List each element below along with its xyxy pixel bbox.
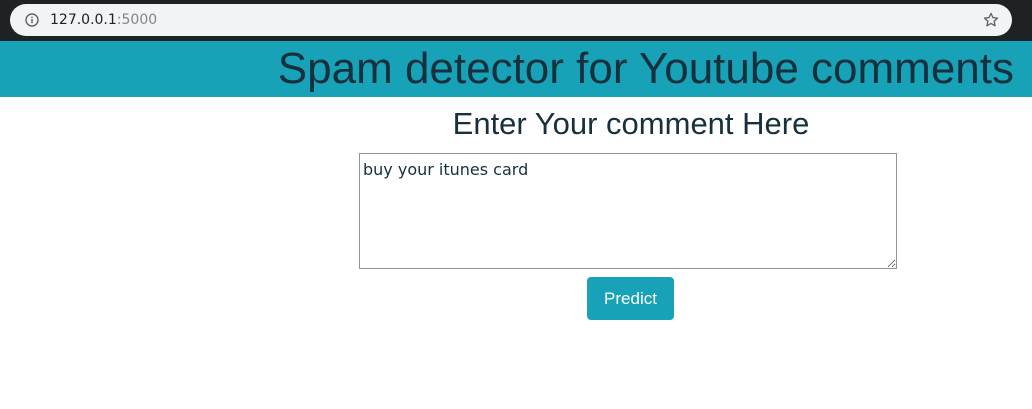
star-icon[interactable]	[982, 11, 1000, 29]
comment-input[interactable]: buy your itunes card	[359, 153, 897, 269]
header-banner: Spam detector for Youtube comments	[0, 41, 1032, 97]
browser-toolbar: 127.0.0.1:5000	[0, 0, 1032, 41]
url-host: 127.0.0.1	[50, 12, 117, 28]
address-bar[interactable]: 127.0.0.1:5000	[10, 4, 1012, 36]
info-icon[interactable]	[25, 13, 39, 27]
url-port: :5000	[116, 12, 158, 28]
predict-button[interactable]: Predict	[587, 277, 674, 320]
page-title: Spam detector for Youtube comments	[277, 44, 1014, 93]
url-text[interactable]: 127.0.0.1:5000	[50, 11, 157, 29]
comment-prompt-heading: Enter Your comment Here	[452, 106, 810, 141]
